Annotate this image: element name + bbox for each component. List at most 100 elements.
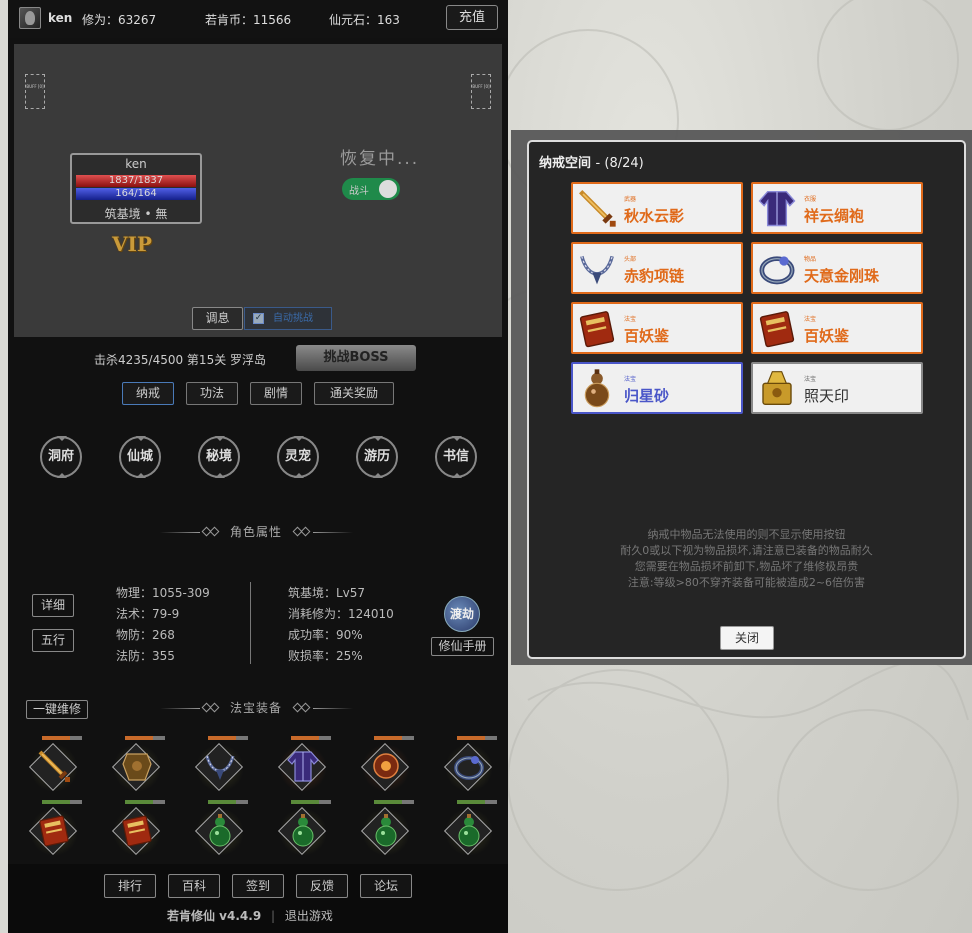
character-name: ken — [125, 157, 147, 171]
book-icon — [119, 812, 155, 848]
avatar[interactable] — [19, 7, 41, 29]
cultivation-manual-button[interactable]: 修仙手册 — [431, 637, 494, 656]
equipment-slot[interactable] — [358, 800, 414, 856]
item-category: 衣服 — [804, 196, 817, 203]
amulet-icon — [368, 748, 404, 784]
footer-separator: | — [271, 909, 276, 923]
game-panel: ken 修为：63267 若肯币：11566 仙元石：163 充值 BUFF [… — [8, 0, 508, 933]
battle-area: BUFF [0] BUFF [0] ken 1837/1837 164/164 … — [14, 44, 502, 337]
durability-bar — [42, 800, 82, 804]
item-name: 赤豹项链 — [624, 267, 685, 285]
tab-techniques[interactable]: 功法 — [186, 382, 238, 405]
rest-button[interactable]: 调息 — [192, 307, 243, 330]
buff-slot-left[interactable]: BUFF [0] — [25, 74, 45, 109]
equipment-slot[interactable] — [441, 800, 497, 856]
stone-balance: 仙元石：163 — [329, 13, 400, 27]
stats-divider — [250, 582, 251, 664]
durability-bar — [374, 736, 414, 740]
equipment-slot[interactable] — [26, 736, 82, 792]
place-travel[interactable]: 游历 — [356, 436, 398, 478]
stat-magic-attack: 法术：79-9 — [116, 607, 180, 621]
item-name: 秋水云影 — [624, 207, 685, 225]
place-secret-realm[interactable]: 秘境 — [198, 436, 240, 478]
buff-slot-right[interactable]: BUFF [0] — [471, 74, 491, 109]
storage-item[interactable]: 法宝 归星砂 — [571, 362, 743, 414]
auto-challenge-checkbox[interactable]: ✓ 自动挑战 — [244, 307, 332, 330]
ornament-diamond — [209, 526, 220, 537]
battle-toggle[interactable]: 战斗 — [342, 178, 400, 200]
feedback-button[interactable]: 反馈 — [296, 874, 348, 898]
forum-button[interactable]: 论坛 — [360, 874, 412, 898]
storage-item[interactable]: 法宝 照天印 — [751, 362, 923, 414]
storage-item[interactable]: 衣服 祥云绸袍 — [751, 182, 923, 234]
storage-item[interactable]: 法宝 百妖鉴 — [571, 302, 743, 354]
durability-fill — [291, 800, 319, 804]
place-cave[interactable]: 洞府 — [40, 436, 82, 478]
durability-fill — [125, 736, 153, 740]
durability-fill — [125, 800, 153, 804]
durability-bar — [291, 800, 331, 804]
equipment-slot[interactable] — [26, 800, 82, 856]
item-category: 法宝 — [624, 376, 637, 383]
durability-bar — [208, 736, 248, 740]
detail-button[interactable]: 详细 — [32, 594, 74, 617]
coin-balance: 若肯币：11566 — [205, 13, 292, 27]
recharge-button[interactable]: 充值 — [446, 5, 498, 30]
close-button[interactable]: 关闭 — [720, 626, 774, 650]
book-icon — [36, 812, 72, 848]
logout-link[interactable]: 退出游戏 — [285, 909, 333, 923]
gourd-icon — [576, 367, 618, 409]
item-category: 法宝 — [804, 376, 817, 383]
five-elements-button[interactable]: 五行 — [32, 629, 74, 652]
item-name: 天意金刚珠 — [804, 267, 880, 285]
equipment-slot[interactable] — [358, 736, 414, 792]
storage-item[interactable]: 法宝 百妖鉴 — [751, 302, 923, 354]
armor-icon — [119, 748, 155, 784]
item-name: 百妖鉴 — [804, 327, 850, 345]
note-line: 纳戒中物品无法使用的则不显示使用按钮 — [647, 528, 846, 541]
durability-fill — [374, 800, 402, 804]
tab-clear-rewards[interactable]: 通关奖励 — [314, 382, 394, 405]
gourd-icon — [202, 812, 238, 848]
attributes-title: 角色属性 — [230, 525, 283, 539]
durability-bar — [125, 800, 165, 804]
note-line: 注意:等级>80不穿齐装备可能被造成2~6倍伤害 — [627, 576, 866, 589]
storage-item[interactable]: 头部 赤豹项链 — [571, 242, 743, 294]
item-category: 武器 — [624, 196, 637, 203]
durability-bar — [42, 736, 82, 740]
storage-item[interactable]: 武器 秋水云影 — [571, 182, 743, 234]
ranking-button[interactable]: 排行 — [104, 874, 156, 898]
place-immortal-city[interactable]: 仙城 — [119, 436, 161, 478]
equipment-slot[interactable] — [109, 736, 165, 792]
tab-story[interactable]: 剧情 — [250, 382, 302, 405]
stat-physical-defense: 物防：268 — [116, 628, 175, 642]
challenge-boss-button[interactable]: 挑战BOSS — [296, 345, 416, 371]
ring-icon — [756, 247, 798, 289]
item-name: 归星砂 — [624, 387, 670, 405]
bottom-bar: 排行 百科 签到 反馈 论坛 若肯修仙 v4.4.9 | 退出游戏 — [8, 864, 508, 933]
place-letters[interactable]: 书信 — [435, 436, 477, 478]
storage-item[interactable]: 物品 天意金刚珠 — [751, 242, 923, 294]
place-spirit-pet[interactable]: 灵宠 — [277, 436, 319, 478]
gourd-icon — [368, 812, 404, 848]
durability-bar — [457, 736, 497, 740]
wiki-button[interactable]: 百科 — [168, 874, 220, 898]
equipment-slot[interactable] — [109, 800, 165, 856]
durability-bar — [208, 800, 248, 804]
tribulation-button[interactable]: 渡劫 — [444, 596, 480, 632]
repair-all-button[interactable]: 一键维修 — [26, 700, 88, 719]
note-line: 您需要在物品损坏前卸下,物品坏了维修极昂贵 — [634, 560, 859, 573]
tab-storage-ring[interactable]: 纳戒 — [122, 382, 174, 405]
item-name: 百妖鉴 — [624, 327, 670, 345]
battle-toggle-label: 战斗 — [349, 186, 369, 197]
item-category: 法宝 — [804, 316, 817, 323]
book-icon — [756, 307, 798, 349]
top-bar: ken 修为：63267 若肯币：11566 仙元石：163 充值 — [8, 0, 508, 38]
equipment-slot[interactable] — [275, 800, 331, 856]
equipment-slot[interactable] — [441, 736, 497, 792]
dialog-count: - (8/24) — [595, 156, 644, 171]
checkin-button[interactable]: 签到 — [232, 874, 284, 898]
equipment-slot[interactable] — [192, 800, 248, 856]
equipment-slot[interactable] — [192, 736, 248, 792]
equipment-slot[interactable] — [275, 736, 331, 792]
